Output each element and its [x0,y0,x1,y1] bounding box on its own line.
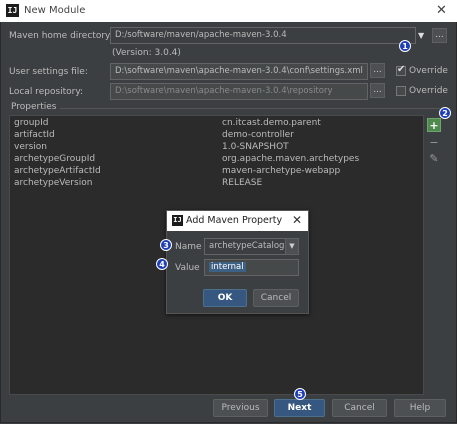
user-settings-browse-button[interactable]: ... [370,63,385,78]
user-settings-field[interactable]: D:\software\maven\apache-maven-3.0.4\con… [110,63,368,80]
properties-title: Properties [11,102,57,112]
remove-icon[interactable]: − [427,136,441,150]
title-bar: IJ New Module ✕ [0,0,457,23]
properties-divider [60,108,440,109]
table-row[interactable]: version 1.0-SNAPSHOT [10,141,423,153]
table-row[interactable]: groupId cn.itcast.demo.parent [10,117,423,129]
add-property-title-bar: IJ Add Maven Property ✕ [167,211,308,231]
property-value-label: Value [175,263,200,273]
maven-home-label: Maven home directory: [9,31,113,41]
add-icon[interactable]: + [427,118,441,132]
step-badge-3: 3 [160,239,172,251]
table-row[interactable]: archetypeArtifactId maven-archetype-webap… [10,165,423,177]
maven-home-combo[interactable]: D:/software/maven/apache-maven-3.0.4 [110,27,416,44]
chevron-down-icon[interactable]: ▼ [285,238,299,255]
step-badge-1: 1 [399,40,411,52]
edit-icon[interactable]: ✎ [427,152,441,166]
step-badge-5: 5 [294,388,306,400]
local-repo-override-checkbox[interactable] [396,86,406,96]
close-icon[interactable]: ✕ [292,213,302,227]
local-repo-field[interactable]: D:\software\maven\apache-maven-3.0.4\rep… [110,83,368,100]
next-button[interactable]: Next [274,399,325,417]
table-row[interactable]: archetypeGroupId org.apache.maven.archety… [10,153,423,165]
dialog-cancel-button[interactable]: Cancel [253,289,299,307]
user-settings-label: User settings file: [9,67,88,77]
step-badge-4: 4 [156,258,168,270]
property-name-combo[interactable]: archetypeCatalog [204,238,286,255]
maven-home-browse-button[interactable]: ... [432,28,447,43]
ok-button[interactable]: OK [203,289,247,307]
maven-version-text: (Version: 3.0.4) [112,48,181,58]
chevron-down-icon[interactable]: ▼ [418,31,424,40]
add-property-dialog: IJ Add Maven Property ✕ Name archetypeCa… [166,210,309,314]
window-title: New Module [24,5,86,16]
local-repo-override-label: Override [409,86,448,96]
table-row[interactable]: artifactId demo-controller [10,129,423,141]
local-repo-label: Local repository: [9,87,84,97]
property-value-text: internal [209,262,246,272]
intellij-app-icon: IJ [172,215,183,226]
help-button[interactable]: Help [394,399,446,417]
intellij-app-icon: IJ [6,4,19,17]
user-settings-override-label: Override [409,66,448,76]
add-property-title: Add Maven Property [186,215,283,226]
local-repo-browse-button[interactable]: ... [370,83,385,98]
cancel-button[interactable]: Cancel [332,399,387,417]
property-value-field[interactable]: internal [204,259,299,276]
property-name-label: Name [175,242,202,252]
user-settings-override-checkbox[interactable] [396,64,406,76]
table-row[interactable]: archetypeVersion RELEASE [10,177,423,189]
previous-button[interactable]: Previous [213,399,268,417]
close-icon[interactable]: ✕ [436,3,447,18]
